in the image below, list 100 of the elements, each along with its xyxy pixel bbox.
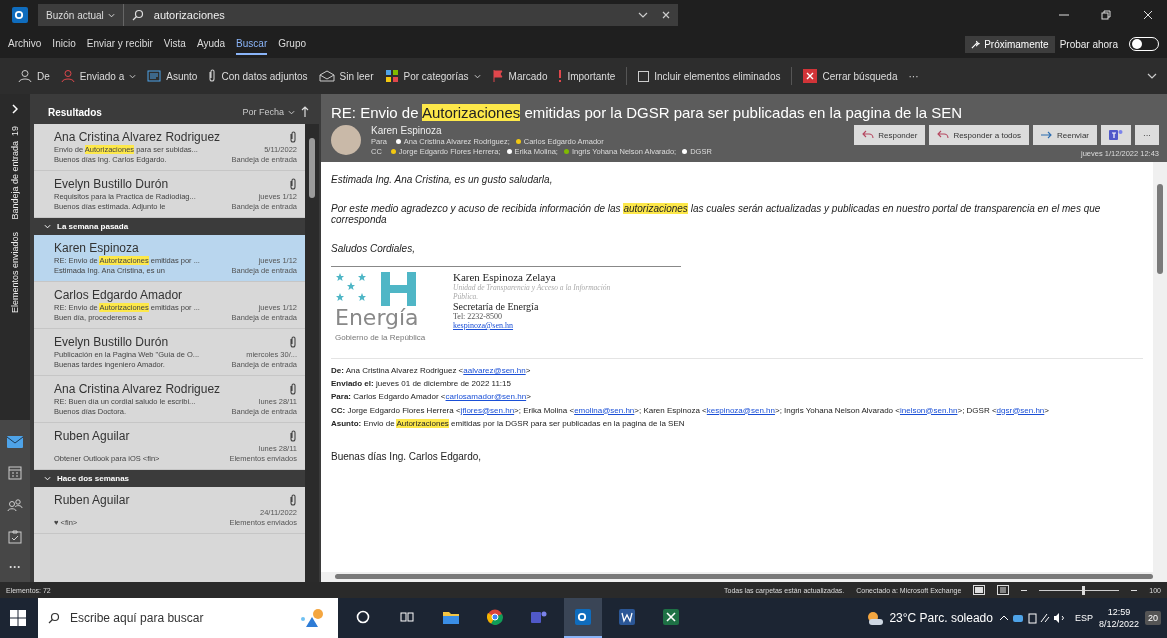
weather-text[interactable]: 23°C Parc. soleado	[889, 611, 993, 625]
email-link[interactable]: kespinoza@sen.hn	[453, 321, 613, 330]
reply-all-icon	[937, 130, 950, 140]
forward-button[interactable]: Reenviar	[1033, 125, 1097, 145]
menu-tab[interactable]: Vista	[163, 33, 186, 55]
signature-name: Karen Espinoza Zelaya	[453, 271, 556, 283]
mail-icon[interactable]	[5, 434, 25, 450]
reply-icon	[862, 130, 875, 140]
notification-count[interactable]: 20	[1145, 611, 1161, 625]
email-link[interactable]: inelson@sen.hn	[899, 405, 958, 415]
menu-tab[interactable]: Grupo	[278, 33, 307, 55]
logo-caption: Gobierno de la República	[335, 333, 426, 342]
toggle-switch[interactable]	[1129, 37, 1159, 51]
results-heading: Resultados	[48, 106, 103, 118]
sun-cloud-icon	[865, 611, 884, 625]
header-line: De: Ana Cristina Alvarez Rodriguez <aalvarez@sen.hn>	[331, 365, 532, 377]
body-paragraph: Saludos Cordiales,	[331, 243, 416, 254]
email-link[interactable]: aalvarez@sen.hn	[463, 366, 526, 375]
menu-tab[interactable]: Enviar y recibir	[86, 33, 153, 55]
sender-name: Karen Espinoza	[371, 125, 443, 136]
ribbon-button[interactable]: Marcado	[491, 69, 548, 83]
header-line: Asunto: Envio de Autorizaciones emitidas por la DGSR para ser publicadas en la pagina de la SEN	[331, 417, 686, 429]
paperclip-icon	[208, 69, 217, 83]
email-link[interactable]: dgsr@sen.hn	[996, 405, 1045, 415]
more-button[interactable]: ···	[1135, 125, 1159, 145]
close-icon[interactable]	[1143, 10, 1153, 20]
clock-time[interactable]: 12:59	[1107, 607, 1131, 617]
folder-tab[interactable]: Elementos enviados	[10, 231, 20, 313]
logo-wordmark: Energía	[335, 307, 419, 329]
header-line: Enviado el: jueves 01 de diciembre de 2022 11:15	[331, 378, 512, 390]
calendar-icon[interactable]	[6, 464, 24, 482]
search-input[interactable]: autorizaciones	[151, 8, 624, 22]
person-icon	[60, 69, 75, 83]
sort-dropdown[interactable]: Por Fecha	[242, 107, 295, 117]
reading-view-icon[interactable]	[997, 585, 1010, 595]
greeting-text: Buenas días Ing. Carlos Edgardo,	[331, 450, 483, 462]
menu-tab[interactable]: Buscar	[236, 33, 268, 55]
chevron-right-icon[interactable]	[12, 104, 18, 114]
sparkle-icon	[971, 39, 981, 49]
chevron-down-icon[interactable]	[1147, 73, 1157, 79]
sort-arrow-icon[interactable]	[301, 106, 309, 118]
teams-button[interactable]	[1101, 125, 1131, 145]
group-header[interactable]: Hace dos semanas	[57, 474, 130, 483]
people-icon[interactable]	[5, 496, 25, 514]
envelope-icon	[318, 70, 335, 82]
menu-tab[interactable]: Archivo	[8, 33, 42, 55]
message-subject: RE: Envio de Autorizaciones emitidas por la DGSR para ser publicadas en la pagina de la SEN	[331, 104, 964, 121]
forward-icon	[1041, 131, 1053, 139]
menu-tab[interactable]: Ayuda	[196, 33, 226, 55]
windows-start-icon[interactable]	[10, 610, 26, 626]
email-link[interactable]: jflores@sen.hn	[460, 405, 515, 415]
reply-all-button[interactable]: Responder a todos	[929, 125, 1029, 145]
chevron-down-icon[interactable]	[473, 73, 481, 79]
more-button[interactable]: ···	[908, 70, 919, 82]
email-link[interactable]: kespinoza@sen.hn	[706, 405, 775, 415]
chevron-down-icon[interactable]	[107, 12, 115, 18]
signature-phone: Tel: 2232-8500	[453, 312, 503, 321]
chevron-down-icon[interactable]	[638, 12, 648, 18]
scope-dropdown[interactable]: Buzón actual	[38, 4, 123, 26]
close-icon[interactable]	[662, 11, 670, 19]
chevron-down-icon[interactable]	[129, 73, 137, 79]
teams-icon	[1109, 129, 1123, 141]
close-search-icon	[803, 69, 818, 83]
coming-soon-button[interactable]: Próximamente	[965, 35, 1055, 53]
clock-date[interactable]: 8/12/2022	[1098, 619, 1139, 629]
keyboard-language[interactable]: ESP	[1074, 613, 1093, 623]
chevron-down-icon[interactable]	[288, 109, 295, 115]
exclamation-icon	[558, 69, 563, 83]
scrollbar[interactable]	[1153, 162, 1167, 572]
search-field[interactable]: autorizaciones	[122, 4, 678, 26]
search-icon	[131, 9, 144, 21]
normal-view-icon[interactable]	[973, 585, 986, 595]
group-header[interactable]: La semana pasada	[57, 222, 129, 231]
header-line: Para: Carlos Edgardo Amador <carlosamador@sen.hn>	[331, 391, 532, 403]
text-lines-icon	[147, 69, 162, 83]
email-link[interactable]: carlosamador@sen.hn	[445, 392, 527, 402]
scrollbar[interactable]	[305, 124, 319, 582]
ribbon-button[interactable]: Con datos adjuntos	[208, 69, 308, 83]
folder-tab[interactable]: Bandeja de entrada 19	[10, 126, 20, 220]
ribbon-button[interactable]: Enviado a	[60, 69, 137, 83]
outlook-icon[interactable]	[564, 598, 602, 638]
horizontal-scrollbar[interactable]	[321, 572, 1167, 582]
taskbar-search-field[interactable]: Escribe aquí para buscar	[38, 598, 338, 638]
ribbon-button[interactable]: Importante	[558, 69, 616, 83]
header-line: CC: Jorge Edgardo Flores Herrera <jflores@sen.hn>; Erika Molina <emolina@sen.hn>; Karen Espinoza <kespinoza@sen.hn>; Ingris Yohana Nelson Alvarado <inelson@sen.hn>; DGSR <dgsr@sen.hn>	[331, 404, 1050, 416]
signature-office: Secretaría de Energía	[453, 301, 540, 312]
restore-icon[interactable]	[1101, 10, 1111, 20]
more-button[interactable]: ···	[9, 560, 21, 574]
try-now-label: Probar ahora	[1059, 38, 1118, 50]
email-link[interactable]: emolina@sen.hn	[574, 405, 635, 415]
ribbon-button[interactable]: Asunto	[147, 69, 198, 83]
ribbon-button[interactable]: Sin leer	[318, 70, 374, 82]
reply-button[interactable]: Responder	[854, 125, 926, 145]
ribbon-button[interactable]: Cerrar búsqueda	[803, 69, 898, 83]
include-deleted-checkbox[interactable]: Incluir elementos eliminados	[638, 70, 781, 82]
tasks-icon[interactable]	[6, 528, 24, 546]
search-icon	[48, 612, 60, 624]
ribbon-button[interactable]: Por categorías	[384, 69, 481, 83]
ribbon-button[interactable]: De	[18, 69, 50, 83]
menu-tab[interactable]: Inicio	[52, 33, 76, 55]
